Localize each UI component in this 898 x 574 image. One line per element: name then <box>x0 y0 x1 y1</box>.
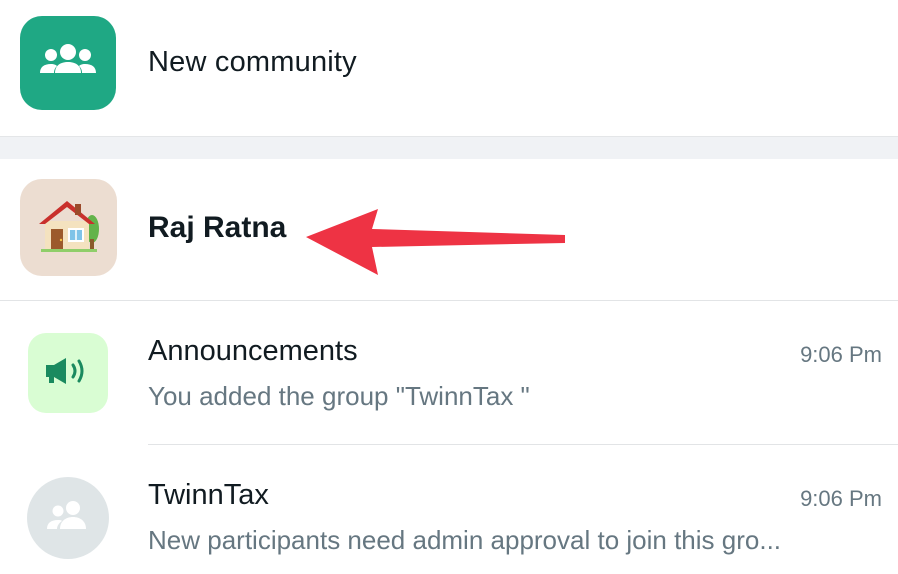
announcements-avatar <box>28 333 108 413</box>
community-name: Raj Ratna <box>148 211 287 244</box>
community-avatar <box>20 179 117 276</box>
chat-preview: You added the group "TwinnTax " <box>148 381 530 411</box>
chat-row-announcements[interactable]: Announcements 9:06 Pm You added the grou… <box>0 301 898 445</box>
chat-timestamp: 9:06 Pm <box>800 342 882 367</box>
community-group-icon <box>39 41 97 86</box>
new-community-tile <box>20 16 116 110</box>
communities-screen: New community Raj Ratna Announcements 9:… <box>0 0 898 574</box>
chat-name: TwinnTax <box>148 479 269 511</box>
group-avatar-icon <box>44 499 92 538</box>
new-community-row[interactable]: New community <box>0 0 898 136</box>
group-avatar <box>27 477 109 559</box>
new-community-label: New community <box>148 46 357 78</box>
chat-row-twinntax[interactable]: TwinnTax 9:06 Pm New participants need a… <box>0 445 898 574</box>
megaphone-icon <box>44 356 92 391</box>
chat-timestamp: 9:06 Pm <box>800 486 882 511</box>
chat-name: Announcements <box>148 335 358 367</box>
house-emoji-icon <box>37 195 101 260</box>
red-arrow-annotation <box>306 209 565 275</box>
section-divider <box>0 136 898 159</box>
chat-preview: New participants need admin approval to … <box>148 525 782 555</box>
